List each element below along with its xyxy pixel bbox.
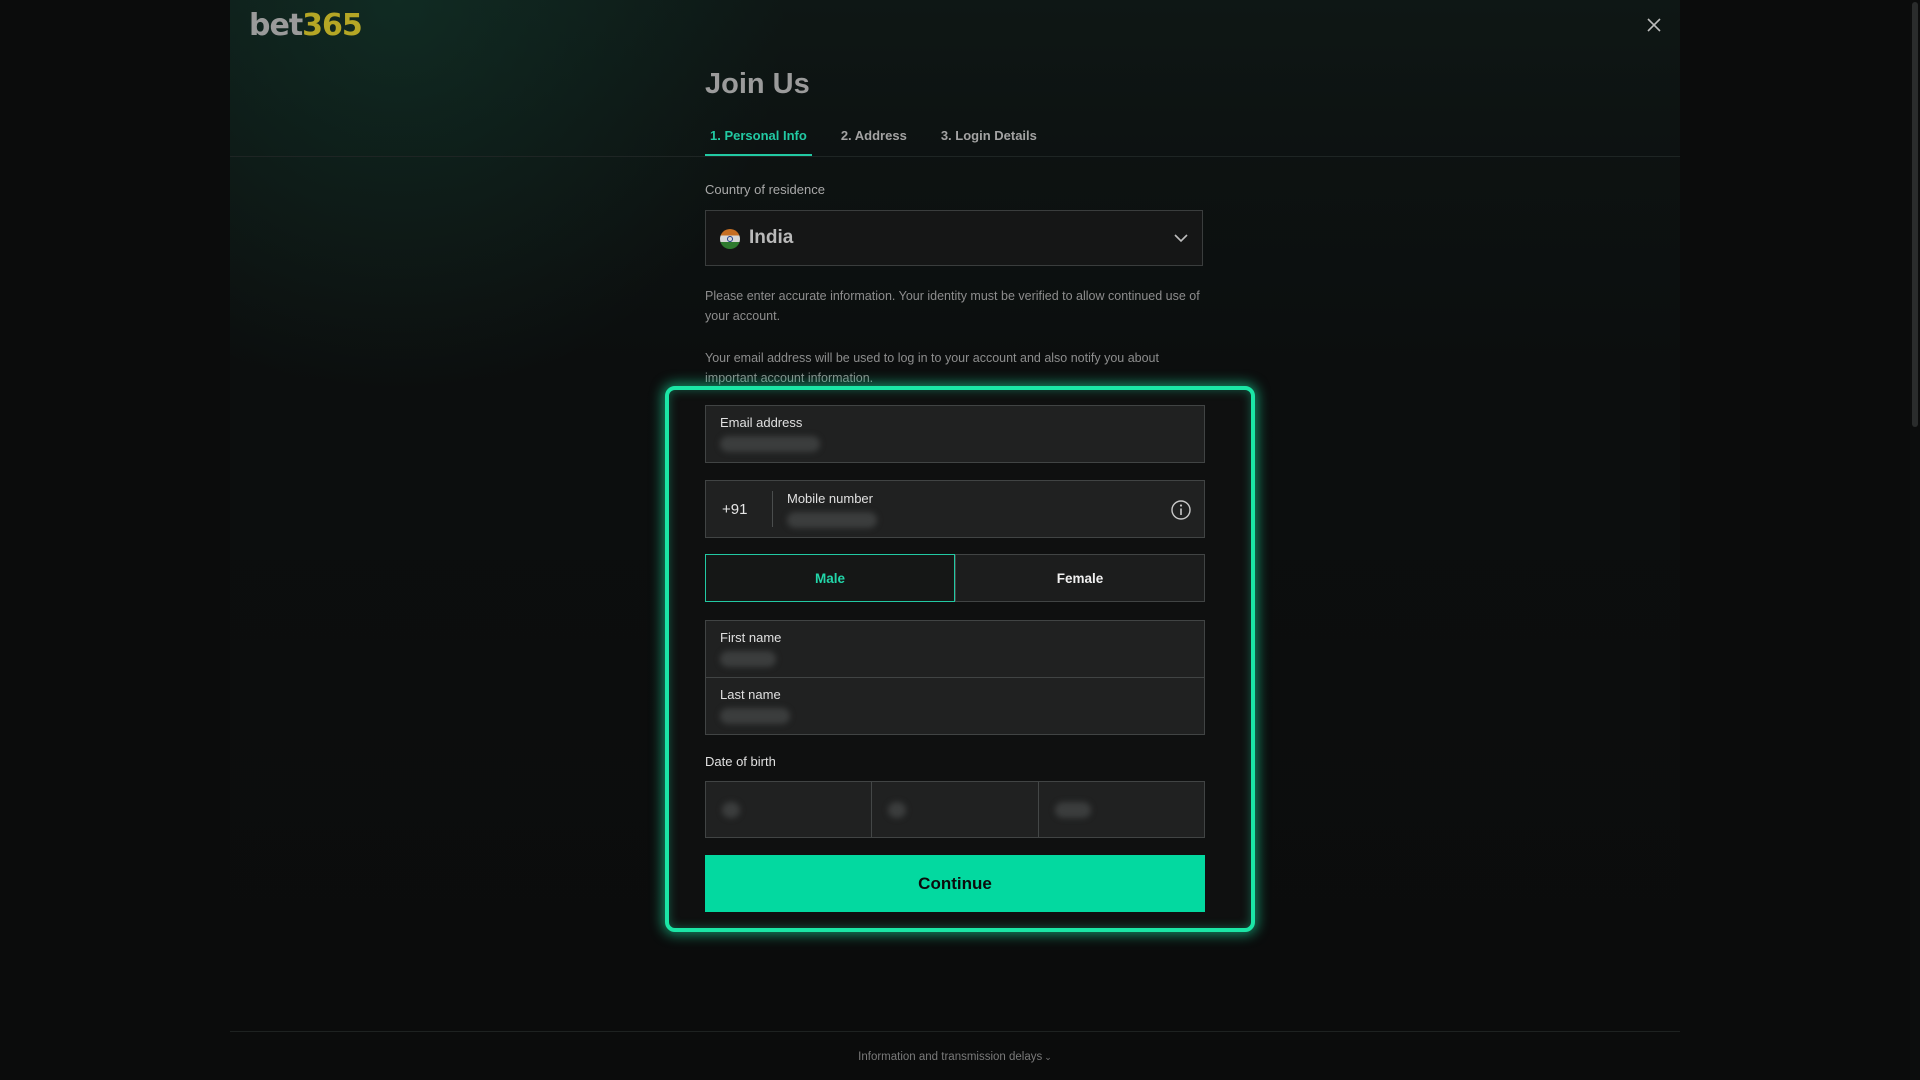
bet365-logo: bet365 bbox=[249, 6, 363, 46]
male-button[interactable]: Male bbox=[705, 554, 955, 602]
dob-label: Date of birth bbox=[705, 754, 776, 769]
mobile-label: Mobile number bbox=[787, 491, 873, 506]
email-label: Email address bbox=[720, 415, 803, 430]
footer-link-label: Information and transmission delays bbox=[858, 1051, 1043, 1063]
phone-prefix[interactable]: +91 bbox=[722, 501, 747, 518]
gender-selector: Male Female bbox=[705, 554, 1205, 602]
identity-notice: Please enter accurate information. Your … bbox=[705, 289, 1200, 323]
tab-login-details[interactable]: 3. Login Details bbox=[936, 124, 1042, 156]
step-tabs: 1. Personal Info 2. Address 3. Login Det… bbox=[705, 124, 1066, 156]
scrollbar-thumb[interactable] bbox=[1912, 2, 1918, 427]
country-label: Country of residence bbox=[705, 182, 825, 197]
dob-month-field[interactable] bbox=[871, 782, 1037, 837]
mobile-value-redacted bbox=[787, 512, 877, 528]
first-name-value-redacted bbox=[720, 651, 776, 667]
india-flag-icon bbox=[720, 229, 740, 249]
tab-address[interactable]: 2. Address bbox=[836, 124, 912, 156]
tab-personal-info[interactable]: 1. Personal Info bbox=[705, 124, 812, 156]
info-icon[interactable] bbox=[1170, 499, 1192, 521]
first-name-label: First name bbox=[720, 630, 782, 645]
last-name-label: Last name bbox=[720, 687, 781, 702]
dob-day-field[interactable] bbox=[706, 782, 871, 837]
date-of-birth-input bbox=[705, 781, 1205, 838]
chevron-down-icon bbox=[1174, 234, 1188, 243]
logo-text-bet: bet bbox=[249, 8, 303, 43]
first-name-field[interactable]: First name bbox=[705, 620, 1205, 678]
footer-divider bbox=[230, 1031, 1680, 1032]
steps-divider bbox=[230, 156, 1680, 157]
close-icon bbox=[1647, 18, 1661, 32]
close-button[interactable] bbox=[1643, 14, 1665, 36]
chevron-down-icon: ⌄ bbox=[1044, 1052, 1052, 1062]
last-name-value-redacted bbox=[720, 708, 790, 724]
dob-month-redacted bbox=[888, 802, 907, 818]
last-name-field[interactable]: Last name bbox=[705, 677, 1205, 735]
mobile-field[interactable]: +91 Mobile number bbox=[705, 480, 1205, 538]
email-value-redacted bbox=[720, 436, 820, 452]
transmission-delays-link[interactable]: Information and transmission delays ⌄ bbox=[0, 1051, 1910, 1063]
email-notice: Your email address will be used to log i… bbox=[705, 351, 1159, 385]
page-title: Join Us bbox=[705, 68, 810, 100]
dob-year-field[interactable] bbox=[1037, 782, 1204, 837]
country-value: India bbox=[749, 227, 794, 248]
phone-separator bbox=[772, 491, 773, 527]
dob-day-redacted bbox=[722, 802, 740, 818]
country-select[interactable]: India bbox=[705, 210, 1203, 266]
email-field[interactable]: Email address bbox=[705, 405, 1205, 463]
continue-button[interactable]: Continue bbox=[705, 855, 1205, 912]
dob-year-redacted bbox=[1054, 802, 1091, 818]
scrollbar[interactable] bbox=[1910, 0, 1920, 1080]
female-button[interactable]: Female bbox=[955, 554, 1205, 602]
logo-text-365: 365 bbox=[302, 8, 363, 43]
